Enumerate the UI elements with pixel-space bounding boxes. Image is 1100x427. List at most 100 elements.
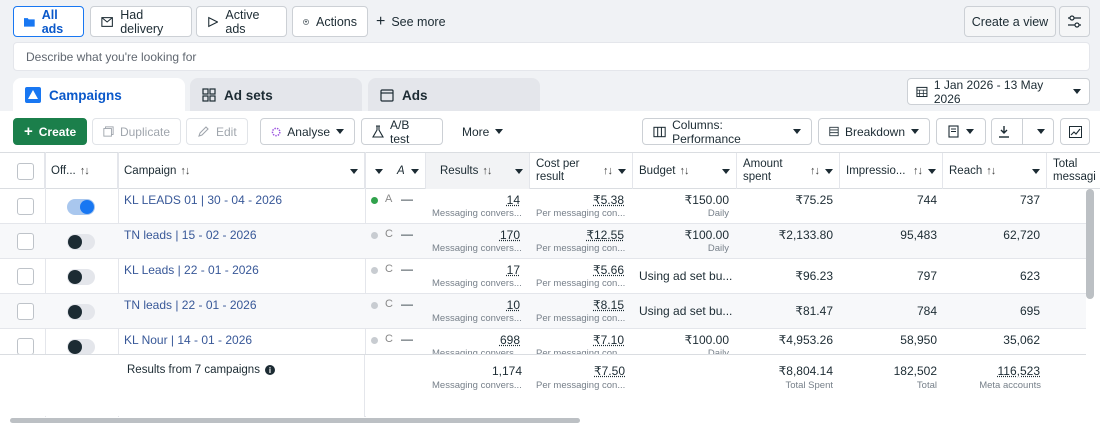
select-all-cell <box>0 153 45 189</box>
col-reach[interactable]: Reach ↑↓ <box>943 153 1047 189</box>
export-button[interactable] <box>991 118 1054 145</box>
info-icon[interactable]: i <box>264 365 275 375</box>
filter-all-ads-label: All ads <box>41 7 64 36</box>
cost-value[interactable]: ₹5.66 <box>593 263 624 277</box>
reports-button[interactable] <box>936 118 986 145</box>
edit-button[interactable]: Edit <box>186 118 248 145</box>
tab-ad-sets-label: Ad sets <box>224 87 273 103</box>
budget-value[interactable]: ₹100.00 <box>633 333 729 347</box>
select-all-checkbox[interactable] <box>17 162 34 180</box>
tab-campaigns-label: Campaigns <box>49 87 122 103</box>
table-footer: Results from 7 campaigns i 1,174 Messagi… <box>0 354 1086 417</box>
horizontal-scrollbar[interactable] <box>10 418 580 423</box>
campaign-name-link[interactable]: KL Leads | 22 - 01 - 2026 <box>124 263 259 277</box>
delivery-toggle[interactable] <box>67 234 95 250</box>
row-checkbox[interactable] <box>17 198 34 215</box>
delivery-toggle[interactable] <box>67 269 95 285</box>
create-view-button[interactable]: Create a view <box>964 6 1056 37</box>
chevron-down-icon <box>928 168 936 174</box>
filter-had-delivery[interactable]: Had delivery <box>90 6 192 37</box>
status-dot <box>371 302 378 309</box>
table-row[interactable]: KL Leads | 22 - 01 - 2026 C — 17 Messaging c… <box>0 259 1086 294</box>
col-amount-spent[interactable]: Amount spent ↑↓ <box>737 153 840 189</box>
attribution-dash: — <box>401 297 413 311</box>
tab-ads[interactable]: Ads <box>368 78 540 112</box>
toggle-knob <box>68 270 82 284</box>
results-value[interactable]: 14 <box>507 193 520 207</box>
reach-value: 695 <box>1019 304 1040 318</box>
tab-ad-sets[interactable]: Ad sets <box>190 78 362 112</box>
date-range-picker[interactable]: 1 Jan 2026 - 13 May 2026 <box>907 78 1090 106</box>
totals-impressions: 182,502 <box>893 364 937 378</box>
charts-button[interactable] <box>1060 118 1090 145</box>
delivery-toggle[interactable] <box>67 199 95 215</box>
see-more-label: See more <box>391 14 446 29</box>
create-button[interactable]: + Create <box>13 118 87 145</box>
filter-actions[interactable]: Actions <box>292 6 368 37</box>
col-off[interactable]: Off... ↑↓ <box>45 153 118 189</box>
delivery-toggle[interactable] <box>67 304 95 320</box>
status-text: C <box>385 263 393 275</box>
ad-window-icon <box>380 88 394 102</box>
columns-label: Columns: Performance <box>672 117 741 146</box>
see-more-button[interactable]: + See more <box>376 6 446 37</box>
col-impressions[interactable]: Impressio... ↑↓ <box>840 153 943 189</box>
breakdown-button[interactable]: Breakdown <box>818 118 930 145</box>
budget-value[interactable]: ₹150.00 <box>633 193 729 207</box>
columns-button[interactable]: Columns: Performance <box>642 117 812 146</box>
col-campaign[interactable]: Campaign ↑↓ <box>118 153 365 189</box>
columns-icon <box>653 126 666 137</box>
tab-campaigns[interactable]: Campaigns <box>13 78 185 112</box>
totals-label: Results from 7 campaigns <box>127 364 260 376</box>
row-checkbox[interactable] <box>17 338 34 355</box>
campaign-name-link[interactable]: KL LEADS 01 | 30 - 04 - 2026 <box>124 193 282 207</box>
campaign-name-link[interactable]: KL Nour | 14 - 01 - 2026 <box>124 333 252 347</box>
analyse-button[interactable]: Analyse <box>260 118 355 145</box>
toggle-knob <box>80 200 94 214</box>
col-budget[interactable]: Budget ↑↓ <box>633 153 737 189</box>
results-value[interactable]: 698 <box>500 333 520 347</box>
ab-test-button[interactable]: A/B test <box>361 118 443 146</box>
export-dropdown[interactable] <box>1029 129 1053 134</box>
row-checkbox[interactable] <box>17 268 34 285</box>
totals-results: 1,174 <box>491 364 522 378</box>
table-row[interactable]: KL LEADS 01 | 30 - 04 - 2026 A — 14 Messagin… <box>0 189 1086 224</box>
campaign-name-link[interactable]: TN leads | 15 - 02 - 2026 <box>124 228 257 242</box>
table-row[interactable]: TN leads | 15 - 02 - 2026 C — 170 Messaging … <box>0 224 1086 259</box>
filter-settings-button[interactable] <box>1059 6 1090 37</box>
cost-sub: Per messaging con... <box>536 208 626 219</box>
filter-active-ads[interactable]: Active ads <box>196 6 287 37</box>
duplicate-button[interactable]: Duplicate <box>92 118 181 145</box>
sort-icon: ↑↓ <box>986 165 996 177</box>
delivery-toggle[interactable] <box>67 339 95 355</box>
cost-value[interactable]: ₹7.10 <box>593 333 624 347</box>
search-placeholder: Describe what you're looking for <box>26 49 197 64</box>
cost-value[interactable]: ₹8.15 <box>593 298 624 312</box>
col-spent-label-2: spent <box>743 171 772 183</box>
status-text: C <box>385 333 393 345</box>
results-value[interactable]: 170 <box>500 228 520 242</box>
col-delivery[interactable]: A <box>365 153 426 189</box>
toggle-knob <box>68 340 82 354</box>
cost-sub: Per messaging con... <box>536 313 626 324</box>
col-impressions-label: Impressio... <box>846 165 906 177</box>
filter-had-delivery-label: Had delivery <box>120 7 164 36</box>
vertical-scrollbar[interactable] <box>1086 189 1094 299</box>
row-checkbox[interactable] <box>17 303 34 320</box>
col-cost-per-result[interactable]: Cost per result ↑↓ <box>530 153 633 189</box>
row-checkbox[interactable] <box>17 233 34 250</box>
budget-value[interactable]: ₹100.00 <box>633 228 729 242</box>
campaign-name-link[interactable]: TN leads | 22 - 01 - 2026 <box>124 298 257 312</box>
table-row[interactable]: TN leads | 22 - 01 - 2026 C — 10 Messaging c… <box>0 294 1086 329</box>
cost-value[interactable]: ₹5.38 <box>593 193 624 207</box>
col-total-messaging[interactable]: Total messagi <box>1047 153 1100 189</box>
more-button[interactable]: More <box>452 118 514 145</box>
results-value[interactable]: 17 <box>507 263 520 277</box>
cost-value[interactable]: ₹12.55 <box>586 228 624 242</box>
search-input[interactable]: Describe what you're looking for <box>13 42 1090 71</box>
budget-value: Using ad set bu... <box>639 269 733 283</box>
col-results[interactable]: Results ↑↓ <box>426 153 530 189</box>
calendar-icon <box>916 86 928 98</box>
filter-all-ads[interactable]: All ads <box>13 6 84 37</box>
results-value[interactable]: 10 <box>507 298 520 312</box>
